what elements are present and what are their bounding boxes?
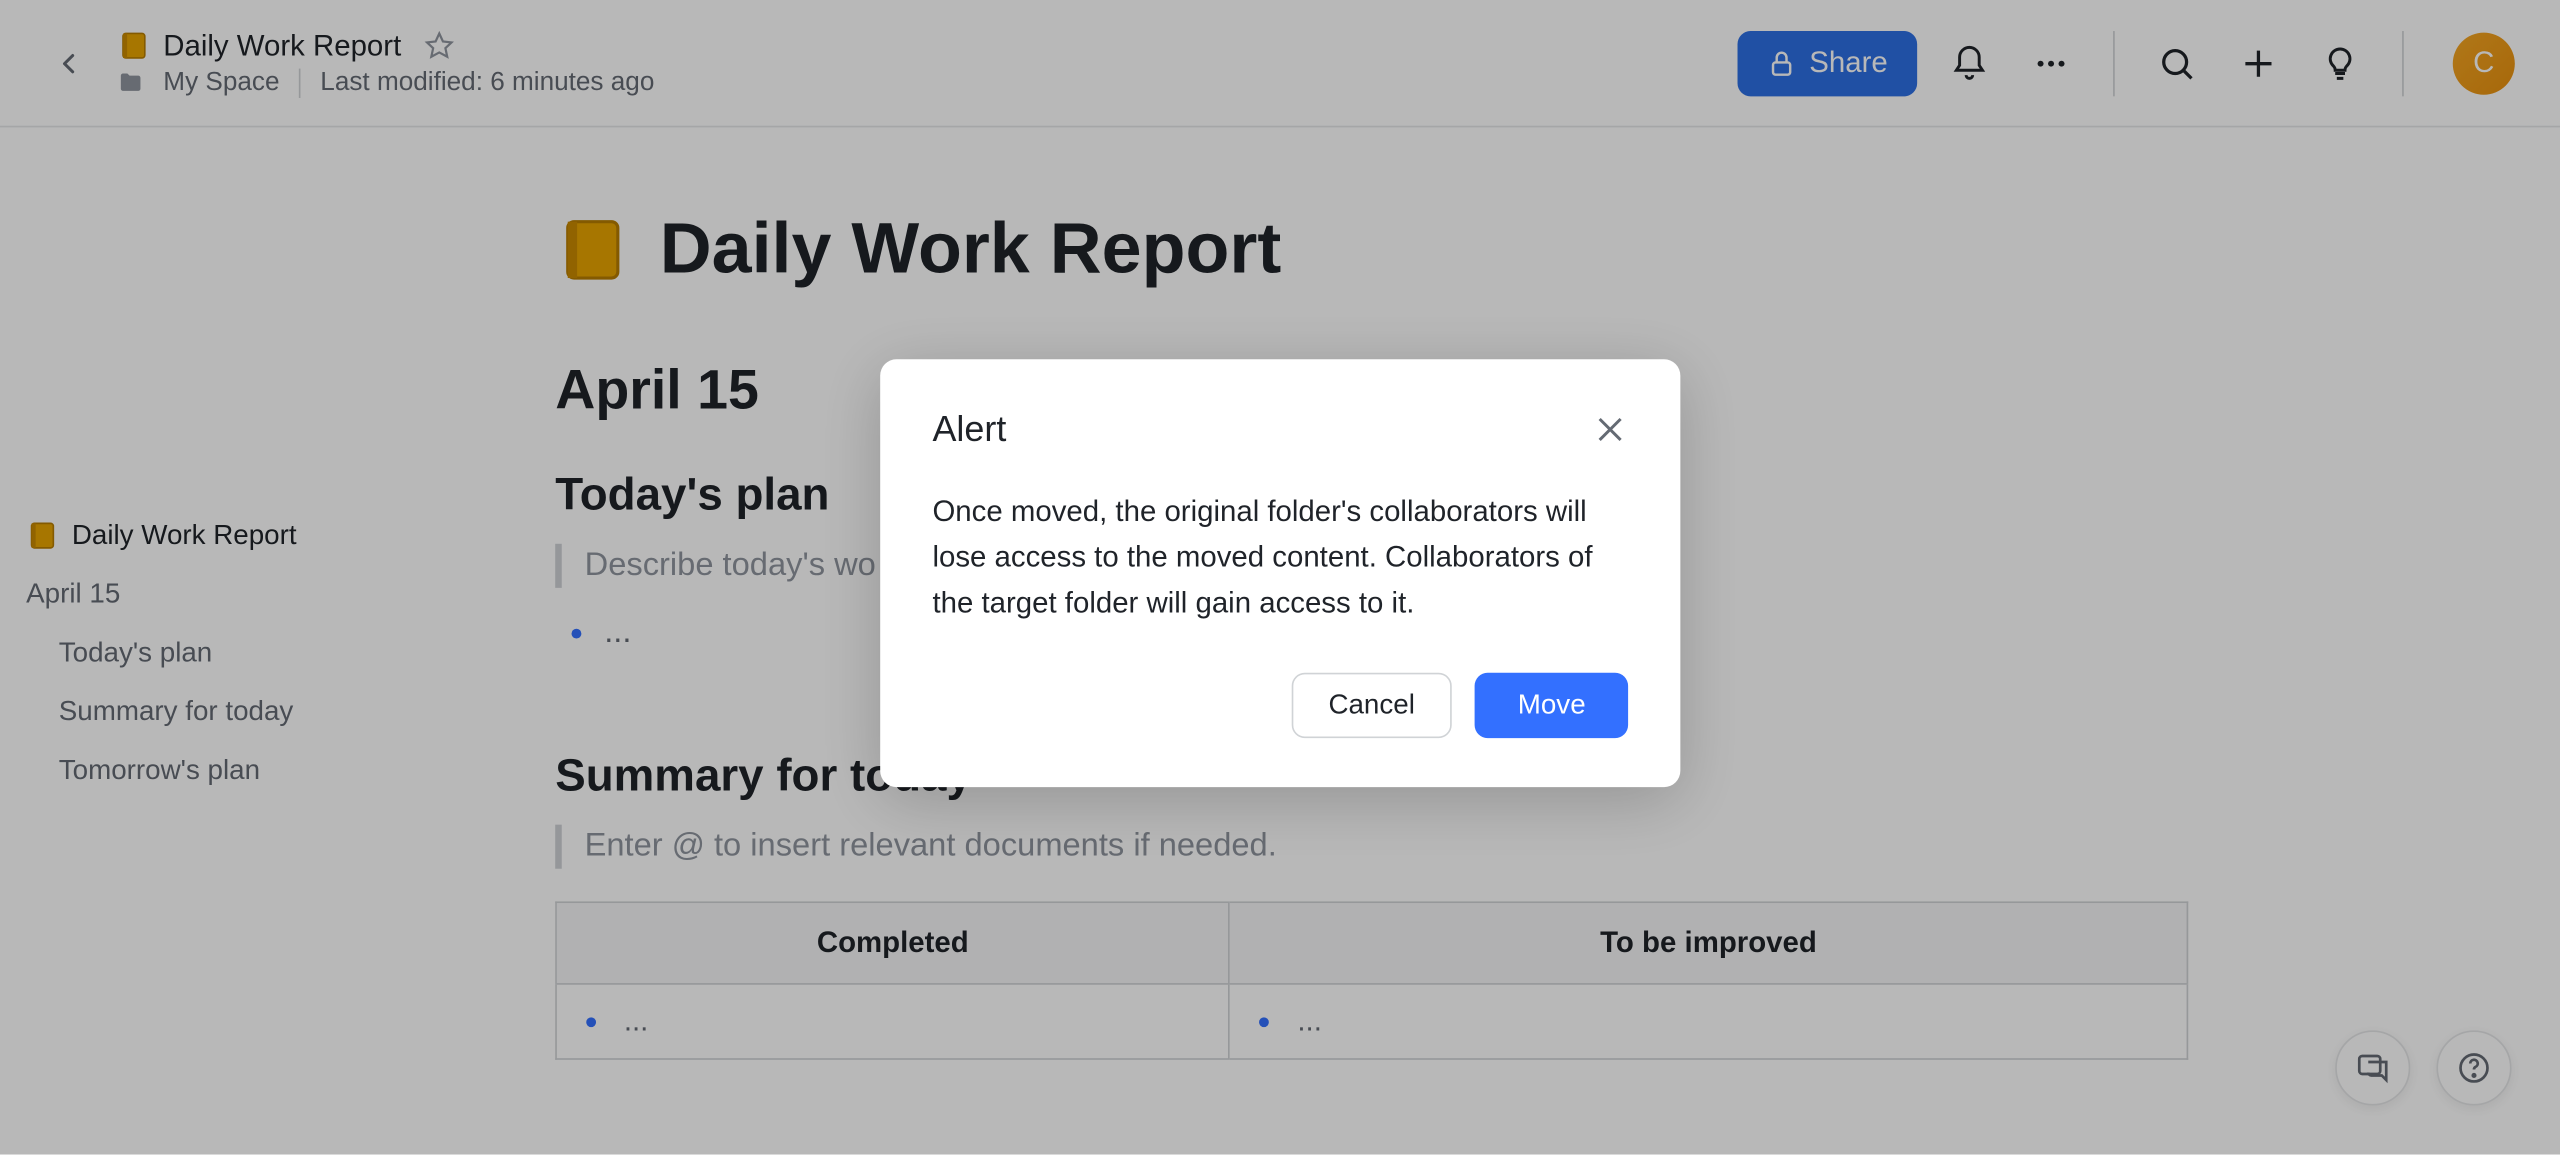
modal-body-text: Once moved, the original folder's collab… bbox=[932, 490, 1628, 627]
move-button[interactable]: Move bbox=[1475, 672, 1628, 737]
modal-overlay[interactable]: Alert Once moved, the original folder's … bbox=[0, 0, 2560, 1155]
cancel-button[interactable]: Cancel bbox=[1291, 672, 1453, 737]
close-icon bbox=[1592, 412, 1628, 448]
modal-close-button[interactable] bbox=[1592, 412, 1628, 448]
modal-title: Alert bbox=[932, 408, 1006, 450]
alert-modal: Alert Once moved, the original folder's … bbox=[880, 359, 1680, 786]
